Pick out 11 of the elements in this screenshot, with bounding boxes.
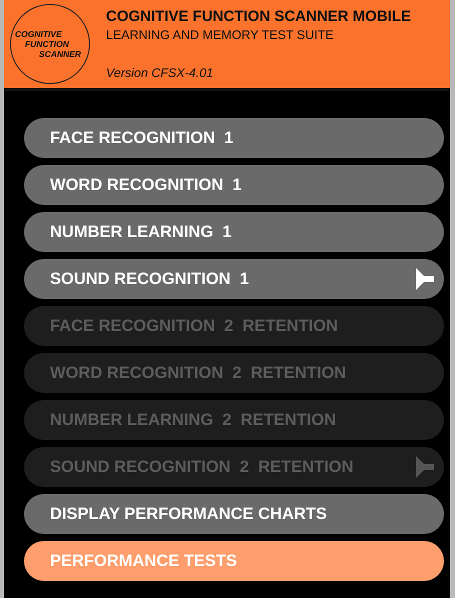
version-label: Version CFSX-4.01 [106,66,214,80]
logo-text: COGNITIVE [15,29,62,39]
menu-button[interactable]: FACE RECOGNITION 1 [24,118,444,158]
app-title: COGNITIVE FUNCTION SCANNER MOBILE [106,8,412,25]
menu-button[interactable]: SOUND RECOGNITION 1 [24,259,444,299]
menu-button[interactable]: NUMBER LEARNING 1 [24,212,444,252]
logo-text: SCANNER [39,49,82,59]
app-subtitle: LEARNING AND MEMORY TEST SUITE [106,28,335,42]
logo-text: FUNCTION [25,39,69,49]
menu-button[interactable]: WORD RECOGNITION 1 [24,165,444,205]
menu-button[interactable]: DISPLAY PERFORMANCE CHARTS [24,494,444,534]
